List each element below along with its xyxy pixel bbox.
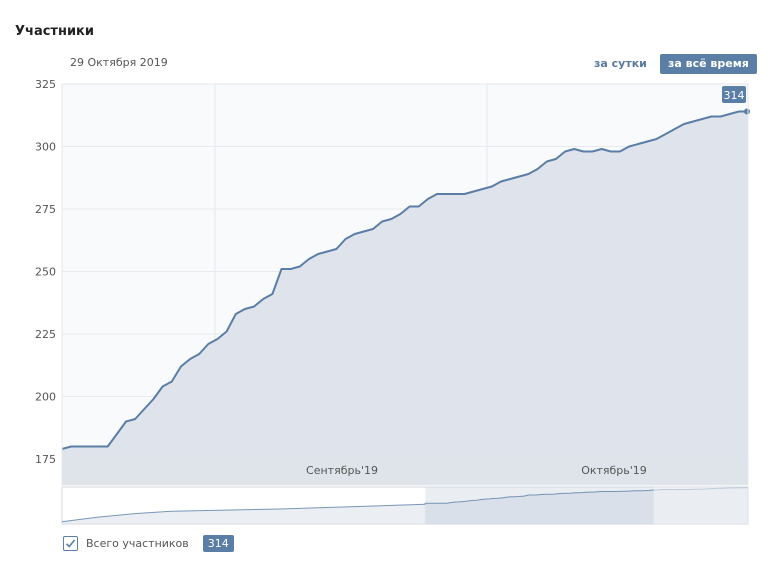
y-tick-label: 300: [35, 141, 56, 154]
y-tick-label: 325: [35, 78, 56, 91]
navigator-selection: [424, 486, 655, 525]
checkmark-icon: [65, 539, 76, 548]
legend: Всего участников 314: [63, 534, 234, 552]
last-value-label: 314: [724, 89, 745, 102]
y-tick-label: 175: [35, 453, 56, 466]
legend-label: Всего участников: [86, 536, 189, 550]
y-tick-label: 225: [35, 328, 56, 341]
last-point-marker: [744, 108, 750, 115]
legend-value-badge: 314: [202, 534, 234, 552]
x-tick-label: Октябрь'19: [581, 464, 647, 477]
y-tick-label: 200: [35, 391, 56, 404]
navigator-outside-right: [654, 487, 748, 524]
y-tick-label: 250: [35, 266, 56, 279]
y-tick-label: 275: [35, 203, 56, 216]
members-chart: 175 200 225 250 275 300 325 Сентябрь'19 Октябрь'…: [35, 78, 750, 525]
legend-checkbox[interactable]: [63, 535, 78, 551]
x-tick-label: Сентябрь'19: [306, 464, 378, 477]
